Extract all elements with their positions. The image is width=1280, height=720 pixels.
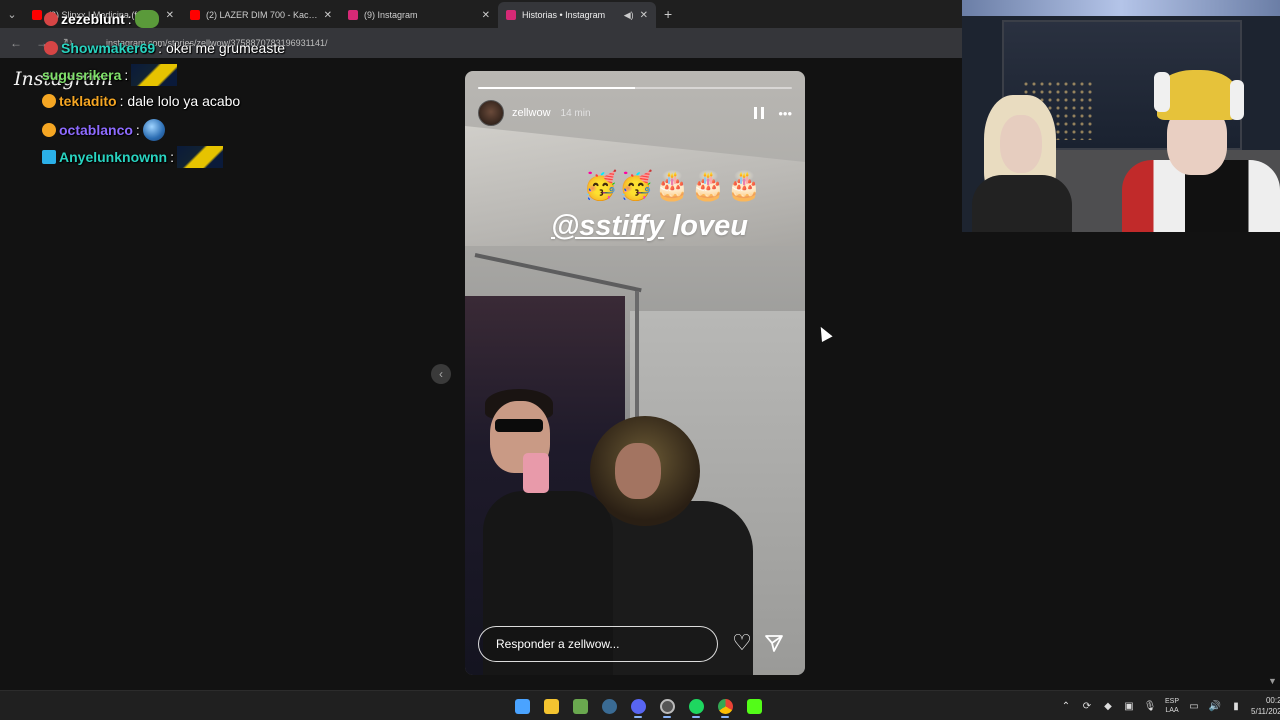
file-explorer-icon[interactable] xyxy=(539,694,563,718)
microphone-icon[interactable]: 🎙 xyxy=(1144,700,1157,712)
pause-icon[interactable] xyxy=(754,107,765,119)
tab-title: Historias • Instagram xyxy=(522,10,606,20)
webcam-person xyxy=(972,175,1072,232)
story-progress-bar xyxy=(478,87,792,89)
chat-badge-icon xyxy=(44,12,58,26)
windows-taskbar: ⌃ ⟳ ◆ ▣ 🎙 ESP LAA ▭ 🔊 ▮ 00:26 5/11/2025 … xyxy=(0,690,1280,720)
gold-badge-icon xyxy=(42,123,56,137)
close-tab-icon[interactable]: ✕ xyxy=(640,10,648,21)
shield-icon[interactable]: ▣ xyxy=(1123,700,1135,712)
clock-time: 00:26 xyxy=(1265,696,1280,705)
story-timestamp: 14 min xyxy=(560,107,591,119)
clock-date: 5/11/2025 xyxy=(1251,707,1280,716)
chat-message: sugusrikera: xyxy=(42,64,178,86)
story-photo-pipe xyxy=(635,291,639,431)
story-viewer[interactable]: zellwow 14 min ••• 🥳🥳🎂🎂🎂 @sstiffy loveu … xyxy=(465,71,805,675)
system-tray: ⌃ ⟳ ◆ ▣ 🎙 ESP LAA ▭ 🔊 ▮ 00:26 5/11/2025 … xyxy=(1060,693,1280,719)
chat-text: : okei me grumeaste xyxy=(158,40,286,56)
story-caption-text: loveu xyxy=(664,210,748,242)
app-tray-icon[interactable]: ◆ xyxy=(1102,700,1114,712)
speaker-icon[interactable]: ◀) xyxy=(624,10,634,21)
chevron-up-icon[interactable]: ⌃ xyxy=(1060,700,1072,712)
volume-icon[interactable]: 🔊 xyxy=(1209,700,1221,712)
clock[interactable]: 00:26 5/11/2025 xyxy=(1251,695,1280,717)
instagram-favicon-icon xyxy=(506,10,516,20)
more-options-icon[interactable]: ••• xyxy=(778,106,792,121)
minecraft-icon[interactable] xyxy=(568,694,592,718)
chat-message: Showmaker69: okei me grumeaste xyxy=(44,40,285,56)
language-indicator[interactable]: ESP LAA xyxy=(1165,697,1179,715)
chat-text: : xyxy=(170,149,175,165)
story-caption: @sstiffy loveu xyxy=(551,210,748,243)
webcam-headphones xyxy=(1230,80,1244,120)
chat-username: zezeblunt xyxy=(61,11,125,27)
previous-story-button[interactable]: ‹ xyxy=(431,364,451,384)
chat-message: tekladito: dale lolo ya acabo xyxy=(42,93,240,109)
chat-username: octablanco xyxy=(59,122,133,138)
webcam-overlay xyxy=(962,0,1280,232)
like-heart-icon[interactable]: ♡ xyxy=(731,632,753,654)
car-emote-icon xyxy=(131,64,178,86)
desktop: ⌄ (9) Slipxx | Medicina (ft. m ✕ (2) LAZ… xyxy=(0,0,1280,720)
webcam-headphones xyxy=(1154,72,1170,112)
globe-emote-icon xyxy=(142,119,165,141)
windows-start-icon[interactable] xyxy=(510,694,534,718)
steam-icon[interactable] xyxy=(597,694,621,718)
chat-message: Anyelunknownn: xyxy=(42,146,224,168)
chat-username: Anyelunknownn xyxy=(59,149,168,165)
chat-message: octablanco: xyxy=(42,119,165,141)
story-controls: ••• xyxy=(754,106,792,121)
story-photo-pipe xyxy=(474,253,642,293)
story-mention-link[interactable]: @sstiffy xyxy=(551,210,664,242)
battery-icon[interactable]: ▮ xyxy=(1230,700,1242,712)
tab-historias-instagram[interactable]: Historias • Instagram ◀) ✕ xyxy=(498,2,656,28)
chat-text: : xyxy=(135,122,140,138)
story-photo-person xyxy=(615,443,661,499)
obs-icon[interactable] xyxy=(655,694,679,718)
scroll-down-arrow-icon[interactable]: ▼ xyxy=(1268,676,1277,686)
chat-message: zezeblunt: xyxy=(44,10,159,28)
network-icon[interactable]: ▭ xyxy=(1188,700,1200,712)
send-direct-icon[interactable] xyxy=(763,632,785,654)
chat-username: sugusrikera xyxy=(42,67,122,83)
stream-chat-overlay: zezeblunt: Showmaker69: okei me grumeast… xyxy=(0,0,380,180)
cube-badge-icon xyxy=(42,150,56,164)
story-header: zellwow 14 min ••• xyxy=(478,99,792,127)
story-photo-sunglasses xyxy=(495,419,543,432)
spotify-icon[interactable] xyxy=(684,694,708,718)
close-tab-icon[interactable]: ✕ xyxy=(482,10,490,21)
chat-badge-icon xyxy=(44,41,58,55)
story-username[interactable]: zellwow xyxy=(512,107,551,119)
sync-icon[interactable]: ⟳ xyxy=(1081,700,1093,712)
kick-icon[interactable] xyxy=(742,694,766,718)
discord-icon[interactable] xyxy=(626,694,650,718)
story-emojis: 🥳🥳🎂🎂🎂 xyxy=(583,170,763,201)
chrome-icon[interactable] xyxy=(713,694,737,718)
taskbar-apps xyxy=(510,694,766,718)
avatar[interactable] xyxy=(478,100,504,126)
gold-badge-icon xyxy=(42,94,56,108)
chat-text: : dale lolo ya acabo xyxy=(119,93,241,109)
car-emote-icon xyxy=(177,146,224,168)
chat-username: Showmaker69 xyxy=(61,40,156,56)
reply-input[interactable]: Responder a zellwow... xyxy=(478,626,718,662)
pepe-emote-icon xyxy=(134,10,159,28)
new-tab-button[interactable]: + xyxy=(656,6,680,22)
webcam-person xyxy=(1000,115,1042,173)
story-photo-phone xyxy=(523,453,549,493)
chat-username: tekladito xyxy=(59,93,117,109)
story-progress-fill xyxy=(478,87,635,89)
webcam-ceiling-light xyxy=(962,0,1280,16)
tab-title: (9) Instagram xyxy=(364,10,418,20)
